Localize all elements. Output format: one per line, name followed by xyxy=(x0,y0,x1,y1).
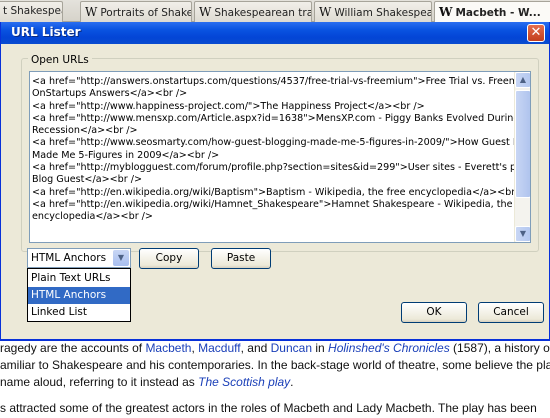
article-paragraph-line: amiliar to Shakespeare and his contempor… xyxy=(0,358,550,372)
cancel-button[interactable]: Cancel xyxy=(478,302,544,323)
wikipedia-w-icon: W xyxy=(439,5,453,19)
wikipedia-w-icon: W xyxy=(319,5,332,19)
article-paragraph-line: s attracted some of the greatest actors … xyxy=(0,401,537,415)
wikipedia-w-icon: W xyxy=(199,5,212,19)
wikipedia-w-icon: W xyxy=(85,5,98,19)
ok-button[interactable]: OK xyxy=(401,302,467,323)
format-select[interactable]: HTML Anchors ▼ xyxy=(27,248,131,268)
link-holinsheds-chronicles[interactable]: Holinshed's Chronicles xyxy=(328,341,450,355)
format-dropdown-list: Plain Text URLs HTML Anchors Linked List xyxy=(27,268,131,322)
url-line: <a href="http://myblogguest.com/forum/pr… xyxy=(32,162,531,174)
link-macbeth[interactable]: Macbeth xyxy=(145,341,191,355)
dialog-title: URL Lister xyxy=(11,25,81,39)
dialog-titlebar[interactable]: URL Lister ✕ xyxy=(1,22,549,44)
tab-shakespearean-tragedy[interactable]: WShakespearean tra... xyxy=(194,1,312,22)
close-icon[interactable]: ✕ xyxy=(527,24,545,42)
url-line: OnStartups Answers</a><br /> xyxy=(32,88,188,100)
url-lines: <a href="http://answers.onstartups.com/q… xyxy=(32,76,531,224)
paste-button[interactable]: Paste xyxy=(211,248,271,269)
urls-textarea[interactable]: <a href="http://answers.onstartups.com/q… xyxy=(29,71,531,243)
scrollbar-thumb[interactable] xyxy=(515,90,530,198)
link-macduff[interactable]: Macduff xyxy=(198,341,240,355)
option-html-anchors[interactable]: HTML Anchors xyxy=(28,287,130,304)
scroll-down-icon[interactable]: ▼ xyxy=(515,226,530,242)
option-linked-list[interactable]: Linked List xyxy=(28,304,130,321)
url-lister-dialog: URL Lister ✕ Open URLs <a href="http://a… xyxy=(0,22,550,340)
article-paragraph-line: name aloud, referring to it instead as T… xyxy=(0,375,294,389)
link-the-scottish-play[interactable]: The Scottish play xyxy=(198,375,290,389)
url-line: <a href="http://answers.onstartups.com/q… xyxy=(32,76,531,87)
copy-button[interactable]: Copy xyxy=(139,248,199,269)
url-line: Recession</a><br /> xyxy=(32,125,138,137)
option-plain-text-urls[interactable]: Plain Text URLs xyxy=(28,270,130,287)
tab-portraits-of-shakespeare[interactable]: WPortraits of Shakes... xyxy=(80,1,192,22)
url-line: <a href="http://en.wikipedia.org/wiki/Ba… xyxy=(32,186,530,198)
url-line: Made Me 5-Figures in 2009</a><br /> xyxy=(32,149,220,161)
open-urls-label: Open URLs xyxy=(28,54,92,66)
chevron-down-icon[interactable]: ▼ xyxy=(113,250,129,266)
url-line: <a href="http://en.wikipedia.org/wiki/Ha… xyxy=(32,198,531,210)
tab-macbeth[interactable]: W Macbeth - W... xyxy=(434,1,550,23)
url-line: <a href="http://www.happiness-project.co… xyxy=(32,100,425,112)
link-duncan[interactable]: Duncan xyxy=(271,341,312,355)
browser-tab-strip: t Shakespea... WPortraits of Shakes... W… xyxy=(0,0,550,23)
article-paragraph-line: ragedy are the accounts of Macbeth, Macd… xyxy=(0,341,550,355)
url-line: Blog Guest</a><br /> xyxy=(32,174,143,186)
url-line: encyclopedia</a><br /> xyxy=(32,211,153,223)
url-line: <a href="http://www.mensxp.com/Article.a… xyxy=(32,112,520,124)
tab-shakespeare[interactable]: t Shakespea... xyxy=(0,1,63,22)
url-line: <a href="http://www.seosmarty.com/how-gu… xyxy=(32,137,531,149)
tab-william-shakespeare[interactable]: WWilliam Shakespear... xyxy=(314,1,432,22)
scroll-up-icon[interactable]: ▲ xyxy=(515,72,530,88)
vertical-scrollbar[interactable]: ▲ ▼ xyxy=(514,72,530,242)
format-select-value: HTML Anchors xyxy=(31,252,107,264)
